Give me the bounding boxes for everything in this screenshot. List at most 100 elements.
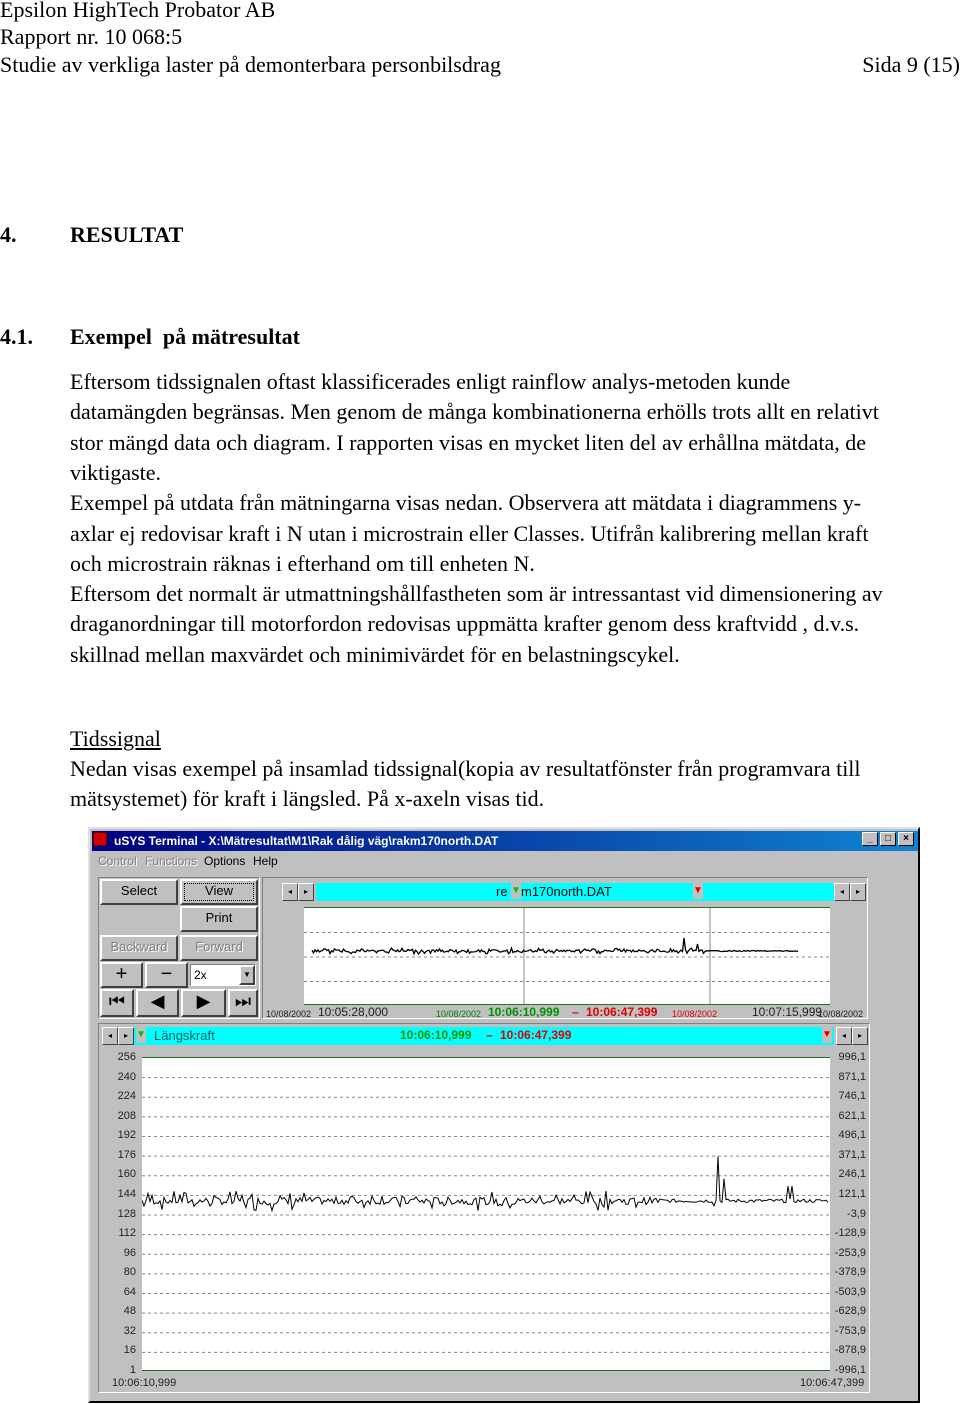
usys-window: uSYS Terminal - X:\Mätresultat\M1\Rak då…: [88, 827, 920, 1403]
end-date: 10/08/2002: [818, 1009, 864, 1019]
scroll-left-button[interactable]: ◂: [102, 1027, 118, 1045]
section-number: 4.: [0, 222, 17, 247]
menu-functions[interactable]: Functions: [145, 853, 197, 869]
x-start-label: 10:06:10,999: [112, 1377, 177, 1389]
start-date: 10/08/2002: [266, 1009, 312, 1019]
right-tick-label: 496,1: [838, 1129, 866, 1142]
range-end: 10:06:47,399: [500, 1028, 572, 1042]
left-tick-label: 112: [118, 1227, 136, 1240]
body-line: axlar ej redovisar kraft i N utan i micr…: [70, 520, 869, 546]
green-marker-icon[interactable]: ▼: [511, 883, 521, 899]
right-tick-label: -378,9: [834, 1266, 866, 1279]
detail-plot[interactable]: [142, 1057, 830, 1371]
print-button[interactable]: Print: [180, 906, 258, 932]
last-button[interactable]: ⏭: [228, 989, 258, 1017]
zoom-in-button[interactable]: +: [100, 962, 143, 988]
selection-end: 10:06:47,399: [586, 1005, 658, 1019]
overview-file-bar: re ▼ m170north.DAT ▼: [316, 883, 846, 901]
overview-signal-line: [311, 937, 799, 956]
left-tick-label: 96: [123, 1246, 136, 1259]
right-tick-label: 246,1: [838, 1168, 866, 1181]
left-tick-label: 1: [129, 1364, 136, 1376]
close-button[interactable]: ×: [898, 832, 914, 846]
maximize-button[interactable]: □: [880, 832, 896, 846]
filename-right: m170north.DAT: [521, 884, 612, 899]
previous-button[interactable]: ◀: [136, 989, 179, 1017]
green-marker-icon[interactable]: ▼: [136, 1027, 146, 1043]
select-button[interactable]: Select: [100, 879, 178, 905]
subsection-number: 4.1.: [0, 324, 33, 349]
scroll-left-button[interactable]: ◂: [836, 1027, 852, 1045]
page-number: Sida 9 (15): [862, 52, 960, 77]
selection-start: 10:06:10,999: [488, 1005, 560, 1019]
scroll-right-button[interactable]: ▸: [298, 883, 314, 901]
next-button[interactable]: ▶: [181, 989, 226, 1017]
selection-date-right: 10/08/2002: [672, 1009, 718, 1019]
play-right-icon: ▶: [196, 991, 211, 1011]
menu-help[interactable]: Help: [253, 853, 278, 869]
body-line: Exempel på utdata från mätningarna visas…: [70, 490, 862, 516]
body-line: datamängden begränsas. Men genom de mång…: [70, 399, 879, 425]
red-marker-icon[interactable]: ▼: [822, 1027, 832, 1043]
tidssignal-line: Nedan visas exempel på insamlad tidssign…: [70, 756, 861, 781]
channel-name: Längskraft: [154, 1028, 215, 1043]
study-title: Studie av verkliga laster på demonterbar…: [0, 52, 501, 77]
view-button[interactable]: View: [180, 879, 258, 905]
skip-end-icon: ⏭: [234, 991, 252, 1011]
left-tick-label: 256: [117, 1051, 136, 1063]
minimize-button[interactable]: _: [862, 832, 878, 846]
first-button[interactable]: ⏮: [100, 989, 134, 1017]
left-tick-label: 224: [117, 1090, 136, 1103]
body-line: och microstrain räknas i efterhand om ti…: [70, 550, 535, 576]
scroll-right-button[interactable]: ▸: [850, 883, 866, 901]
red-marker-icon[interactable]: ▼: [693, 883, 703, 899]
left-tick-label: 16: [123, 1344, 136, 1357]
report-number: Rapport nr. 10 068:5: [0, 24, 183, 49]
left-tick-label: 48: [123, 1305, 136, 1318]
left-tick-label: 64: [123, 1285, 136, 1298]
right-tick-label: -753,9: [834, 1324, 866, 1337]
body-line: Eftersom tidssignalen oftast klassificer…: [70, 369, 791, 394]
scroll-right-button[interactable]: ▸: [852, 1027, 868, 1045]
chevron-down-icon[interactable]: ▼: [239, 965, 255, 985]
menu-options[interactable]: Options: [204, 853, 245, 869]
body-line: skillnad mellan maxvärdet och minimivärd…: [70, 641, 680, 667]
right-tick-label: -3,9: [847, 1207, 866, 1220]
left-tick-label: 144: [117, 1187, 136, 1200]
left-tick-label: 160: [117, 1168, 136, 1181]
overview-plot[interactable]: [304, 907, 830, 1005]
left-tick-label: 128: [117, 1207, 136, 1220]
body-line: stor mängd data och diagram. I rapporten…: [70, 429, 866, 455]
left-tick-label: 208: [117, 1109, 136, 1122]
skip-start-icon: ⏮: [108, 991, 126, 1011]
menu-control[interactable]: Control: [98, 853, 137, 869]
range-start: 10:06:10,999: [400, 1028, 472, 1042]
tidssignal-line: mätsystemet) för kraft i längsled. På x-…: [70, 786, 545, 811]
zoom-select[interactable]: 2x ▼: [190, 964, 256, 986]
scroll-right-button[interactable]: ▸: [118, 1027, 134, 1045]
right-tick-label: -628,9: [834, 1305, 866, 1318]
scroll-left-button[interactable]: ◂: [282, 883, 298, 901]
title-bar: uSYS Terminal - X:\Mätresultat\M1\Rak då…: [92, 831, 918, 851]
selection-dash: –: [572, 1005, 579, 1019]
tidssignal-heading: Tidssignal: [70, 726, 161, 751]
right-tick-label: -878,9: [834, 1344, 866, 1357]
subsection-title: Exempel på mätresultat: [70, 324, 300, 349]
range-dash: –: [486, 1028, 493, 1042]
backward-button[interactable]: Backward: [100, 935, 178, 961]
app-icon: [93, 832, 107, 846]
window-title: uSYS Terminal - X:\Mätresultat\M1\Rak då…: [114, 834, 499, 848]
zoom-value: 2x: [194, 968, 207, 982]
right-tick-label: -503,9: [834, 1285, 866, 1298]
zoom-out-button[interactable]: −: [145, 962, 188, 988]
end-time: 10:07:15,999: [752, 1005, 823, 1019]
play-left-icon: ◀: [150, 991, 165, 1011]
left-tick-label: 80: [123, 1266, 136, 1279]
right-tick-label: -996,1: [834, 1364, 866, 1376]
section-title: RESULTAT: [70, 222, 184, 247]
right-tick-label: -128,9: [834, 1227, 866, 1240]
scroll-left-button[interactable]: ◂: [834, 883, 850, 901]
left-tick-label: 192: [117, 1129, 136, 1142]
forward-button[interactable]: Forward: [180, 935, 258, 961]
start-time: 10:05:28,000: [318, 1005, 389, 1019]
